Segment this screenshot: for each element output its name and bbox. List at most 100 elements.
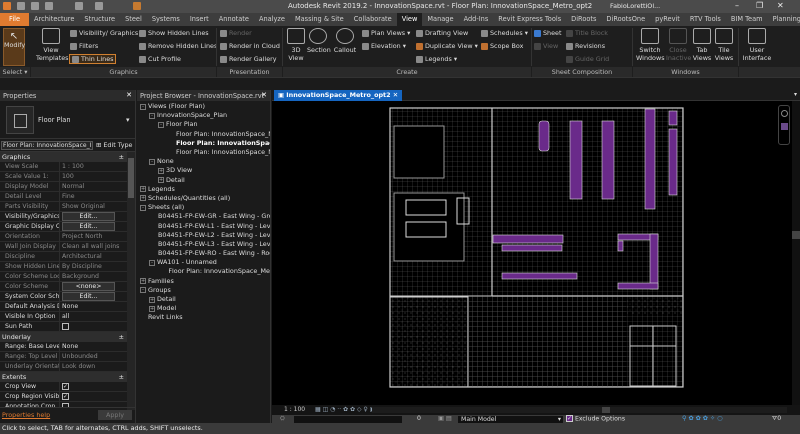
undo-icon[interactable] xyxy=(75,2,83,10)
properties-help-link[interactable]: Properties help xyxy=(2,411,50,419)
browser-node[interactable]: +3D View xyxy=(137,166,270,175)
browser-node[interactable]: - InnovationSpace_Plan xyxy=(137,111,270,120)
browser-node[interactable]: B04451-FP-EW-L2 - East Wing - Level 2 xyxy=(137,231,270,240)
collapse-icon[interactable]: - xyxy=(149,112,155,119)
tab-file[interactable]: File xyxy=(0,13,30,26)
show-hidden-lines-button[interactable]: Show Hidden Lines xyxy=(139,29,209,37)
tab-menu-icon[interactable]: ▾ xyxy=(794,91,797,98)
browser-node[interactable]: Floor Plan: InnovationSpace_Me xyxy=(137,130,270,139)
view-tab[interactable]: ▣ InnovationSpace_Metro_opt2 ✕ xyxy=(274,90,403,101)
elevation-button[interactable]: Elevation ▾ xyxy=(362,42,406,50)
property-checkbox[interactable]: ✓ xyxy=(62,382,69,390)
section-graphics[interactable]: Graphics ± xyxy=(0,152,127,162)
switch-windows-button[interactable]: Switch Windows xyxy=(636,28,665,62)
tab-structure[interactable]: Structure xyxy=(79,13,120,26)
tab-annotate[interactable]: Annotate xyxy=(214,13,254,26)
tab-manage[interactable]: Manage xyxy=(422,13,458,26)
workset-dropdown[interactable] xyxy=(294,416,402,423)
property-edit-button[interactable]: Edit... xyxy=(62,222,115,231)
property-value[interactable]: Normal xyxy=(62,183,84,190)
browser-node[interactable]: B04451-FP-EW-L1 - East Wing - Level 1 xyxy=(137,221,270,230)
browser-node[interactable]: Floor Plan: InnovationSpace_Me xyxy=(137,267,270,276)
view-button[interactable]: View xyxy=(534,42,558,50)
expand-icon[interactable]: + xyxy=(140,186,146,193)
collapse-icon[interactable]: - xyxy=(140,287,146,294)
sheet-button[interactable]: Sheet xyxy=(534,29,561,37)
property-value[interactable]: Look down xyxy=(62,363,95,370)
exclude-options-checkbox[interactable]: ✓ Exclude Options xyxy=(566,415,625,423)
browser-node[interactable]: - Views (Floor Plan) xyxy=(137,102,270,111)
browser-node[interactable]: B04451-FP-EW-GR - East Wing - Ground xyxy=(137,212,270,221)
selection-icons[interactable]: ⚲ ✿ ✿ ✿ ✧ ○ xyxy=(682,415,723,422)
collapse-icon[interactable]: - xyxy=(140,103,146,110)
browser-node[interactable]: B04451-FP-EW-L3 - East Wing - Level 3 xyxy=(137,240,270,249)
3d-view-button[interactable]: 3D View xyxy=(286,28,306,62)
browser-node[interactable]: - Floor Plan xyxy=(137,120,270,129)
select-panel-label[interactable]: Select ▾ xyxy=(0,67,30,77)
property-edit-button[interactable]: Edit... xyxy=(62,212,115,221)
property-value[interactable]: Architectural xyxy=(62,253,102,260)
property-edit-button[interactable]: Edit... xyxy=(62,292,115,301)
view-templates-button[interactable]: View Templates xyxy=(36,28,69,62)
tab-architecture[interactable]: Architecture xyxy=(29,13,79,26)
legends-button[interactable]: Legends ▾ xyxy=(416,55,457,63)
sync-icon[interactable] xyxy=(45,2,53,10)
close-button[interactable]: ✕ xyxy=(777,1,784,10)
tab-add-ins[interactable]: Add-Ins xyxy=(459,13,494,26)
browser-node[interactable]: Revit Links xyxy=(137,313,270,322)
tab-rtv-tools[interactable]: RTV Tools xyxy=(685,13,726,26)
close-icon[interactable]: ✕ xyxy=(261,91,267,99)
navigation-bar[interactable] xyxy=(778,105,790,145)
save-icon[interactable] xyxy=(31,2,39,10)
revit-logo-icon[interactable] xyxy=(3,2,11,10)
type-selector[interactable]: Floor Plan ▾ xyxy=(0,101,135,139)
revisions-button[interactable]: Revisions xyxy=(566,42,605,50)
apply-button[interactable]: Apply xyxy=(98,410,132,420)
collapse-icon[interactable]: - xyxy=(140,204,146,211)
tab-view[interactable]: View xyxy=(396,13,423,26)
section-underlay[interactable]: Underlay ± xyxy=(0,332,127,342)
duplicate-view-button[interactable]: Duplicate View ▾ xyxy=(416,42,478,50)
filter-icon[interactable]: ⛛0 xyxy=(772,415,781,423)
view-scale[interactable]: 1 : 100 xyxy=(284,406,305,413)
property-value[interactable]: Unbounded xyxy=(62,353,98,360)
thin-lines-button[interactable]: Thin Lines xyxy=(69,54,117,64)
browser-node[interactable]: Floor Plan: InnovationSpace_M xyxy=(137,139,270,148)
tab-views-button[interactable]: Tab Views xyxy=(692,28,712,62)
minimize-button[interactable]: – xyxy=(735,1,739,10)
tab-planning[interactable]: Planning xyxy=(768,13,800,26)
guide-grid-button[interactable]: Guide Grid xyxy=(566,55,609,63)
property-value[interactable]: Clean all wall joins xyxy=(62,243,119,250)
visibility-graphics-button[interactable]: Visibility/ Graphics xyxy=(70,29,138,37)
schedules-button[interactable]: Schedules ▾ xyxy=(481,29,528,37)
tab-revit-express-tools[interactable]: Revit Express Tools xyxy=(493,13,566,26)
section-button[interactable]: Section xyxy=(307,28,331,54)
browser-node[interactable]: - WA101 - Unnamed xyxy=(137,258,270,267)
instance-selector[interactable]: Floor Plan: InnovationSpace_I xyxy=(1,141,93,150)
tab-massing-site[interactable]: Massing & Site xyxy=(290,13,349,26)
cut-profile-button[interactable]: Cut Profile xyxy=(139,55,181,63)
drafting-view-button[interactable]: Drafting View xyxy=(416,29,468,37)
property-value[interactable]: Background xyxy=(62,273,99,280)
property-value[interactable]: None xyxy=(62,303,78,310)
browser-node[interactable]: - Groups xyxy=(137,286,270,295)
scope-box-button[interactable]: Scope Box xyxy=(481,42,523,50)
browser-node[interactable]: + Schedules/Quantities (all) xyxy=(137,194,270,203)
design-option-dropdown[interactable]: Main Model ▾ xyxy=(458,416,563,423)
tile-views-button[interactable]: Tile Views xyxy=(714,28,734,62)
render-button[interactable]: Render xyxy=(220,29,252,37)
property-value[interactable]: By Discipline xyxy=(62,263,102,270)
thin-lines-icon[interactable] xyxy=(133,2,141,10)
remove-hidden-lines-button[interactable]: Remove Hidden Lines xyxy=(139,42,217,50)
tab-steel[interactable]: Steel xyxy=(120,13,147,26)
design-options-icon[interactable]: ▣ ▤ xyxy=(438,415,452,422)
property-value[interactable]: Fine xyxy=(62,193,75,200)
modify-button[interactable]: ↖ Modify xyxy=(3,28,25,66)
render-cloud-button[interactable]: Render in Cloud xyxy=(220,42,280,50)
plan-views-button[interactable]: Plan Views ▾ xyxy=(362,29,410,37)
title-block-button[interactable]: Title Block xyxy=(566,29,608,37)
close-inactive-button[interactable]: Close Inactive xyxy=(666,28,691,62)
tab-bim-team[interactable]: BIM Team xyxy=(726,13,768,26)
property-edit-button[interactable]: <none> xyxy=(62,282,115,291)
render-gallery-button[interactable]: Render Gallery xyxy=(220,55,277,63)
